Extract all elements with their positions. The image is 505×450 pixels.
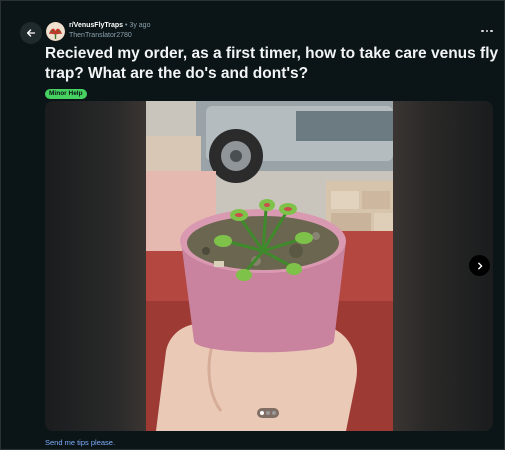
gallery-dot[interactable] bbox=[266, 411, 270, 415]
arrow-left-icon bbox=[26, 29, 36, 37]
gallery-dot[interactable] bbox=[272, 411, 276, 415]
subreddit-avatar[interactable] bbox=[46, 22, 65, 41]
back-button[interactable] bbox=[20, 22, 42, 44]
gallery-next-button[interactable] bbox=[469, 255, 490, 276]
post-meta: r/VenusFlyTraps • 3y ago ThenTranslator2… bbox=[69, 21, 150, 41]
gallery-dot[interactable] bbox=[260, 411, 264, 415]
gallery-blur-left bbox=[45, 101, 146, 431]
chevron-right-icon bbox=[477, 262, 482, 269]
image-gallery[interactable] bbox=[45, 101, 493, 431]
gallery-pagination bbox=[257, 408, 279, 418]
more-horizontal-icon bbox=[481, 29, 493, 33]
more-options-button[interactable] bbox=[479, 25, 495, 37]
gallery-image[interactable] bbox=[146, 101, 393, 431]
post-flair[interactable]: Minor Help bbox=[45, 89, 87, 99]
post-body: Send me tips please. bbox=[45, 438, 116, 447]
post-age: 3y ago bbox=[129, 22, 151, 29]
post-title: Recieved my order, as a first timer, how… bbox=[45, 45, 499, 82]
meta-separator: • bbox=[125, 22, 128, 29]
post-detail-view: r/VenusFlyTraps • 3y ago ThenTranslator2… bbox=[0, 0, 505, 450]
author-link[interactable]: ThenTranslator2780 bbox=[69, 31, 150, 41]
subreddit-link[interactable]: r/VenusFlyTraps bbox=[69, 22, 123, 29]
